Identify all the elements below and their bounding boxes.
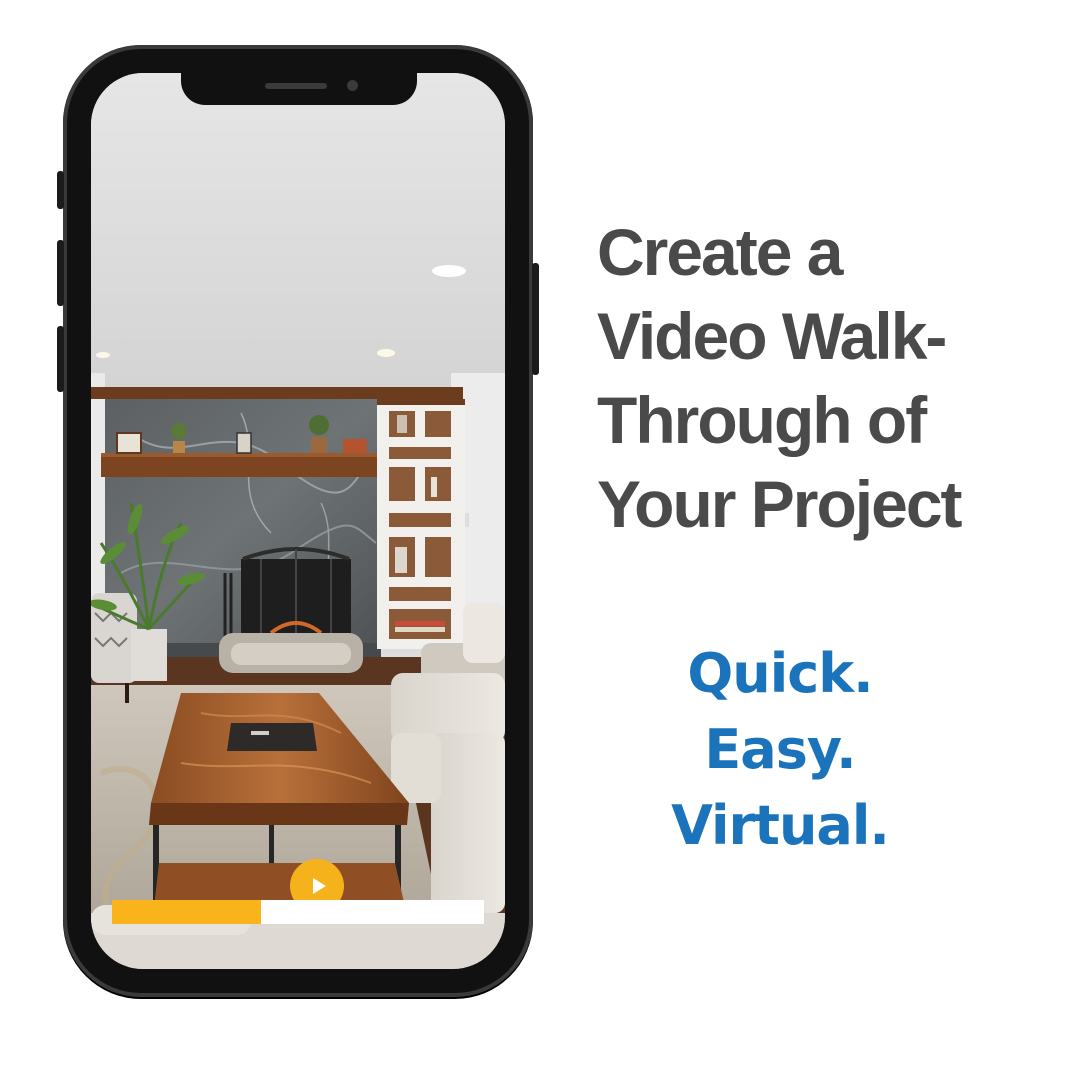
volume-up-button (57, 240, 64, 306)
volume-down-button (57, 326, 64, 392)
tagline-line-1: Quick. (687, 642, 873, 705)
front-camera (347, 80, 358, 91)
tagline: Quick. Easy. Virtual. (600, 636, 960, 864)
headline-line-4: Your Project (597, 467, 963, 541)
tagline-line-2: Easy. (704, 718, 856, 781)
tagline-line-3: Virtual. (671, 794, 890, 857)
living-room-video-frame (91, 73, 505, 969)
headline-line-2: Video Walk- (597, 299, 947, 373)
phone-notch (181, 73, 417, 105)
phone-mockup (57, 45, 539, 997)
speaker-grille (265, 83, 327, 89)
power-button (532, 263, 539, 375)
headline-line-3: Through of (597, 383, 927, 457)
phone-screen (91, 73, 505, 969)
silent-switch (57, 171, 64, 209)
play-icon (312, 878, 326, 894)
headline-line-1: Create a (597, 215, 844, 289)
video-progress-fill (112, 900, 261, 924)
video-progress-bar[interactable] (112, 900, 484, 924)
headline: Create a Video Walk- Through of Your Pro… (597, 210, 1037, 546)
